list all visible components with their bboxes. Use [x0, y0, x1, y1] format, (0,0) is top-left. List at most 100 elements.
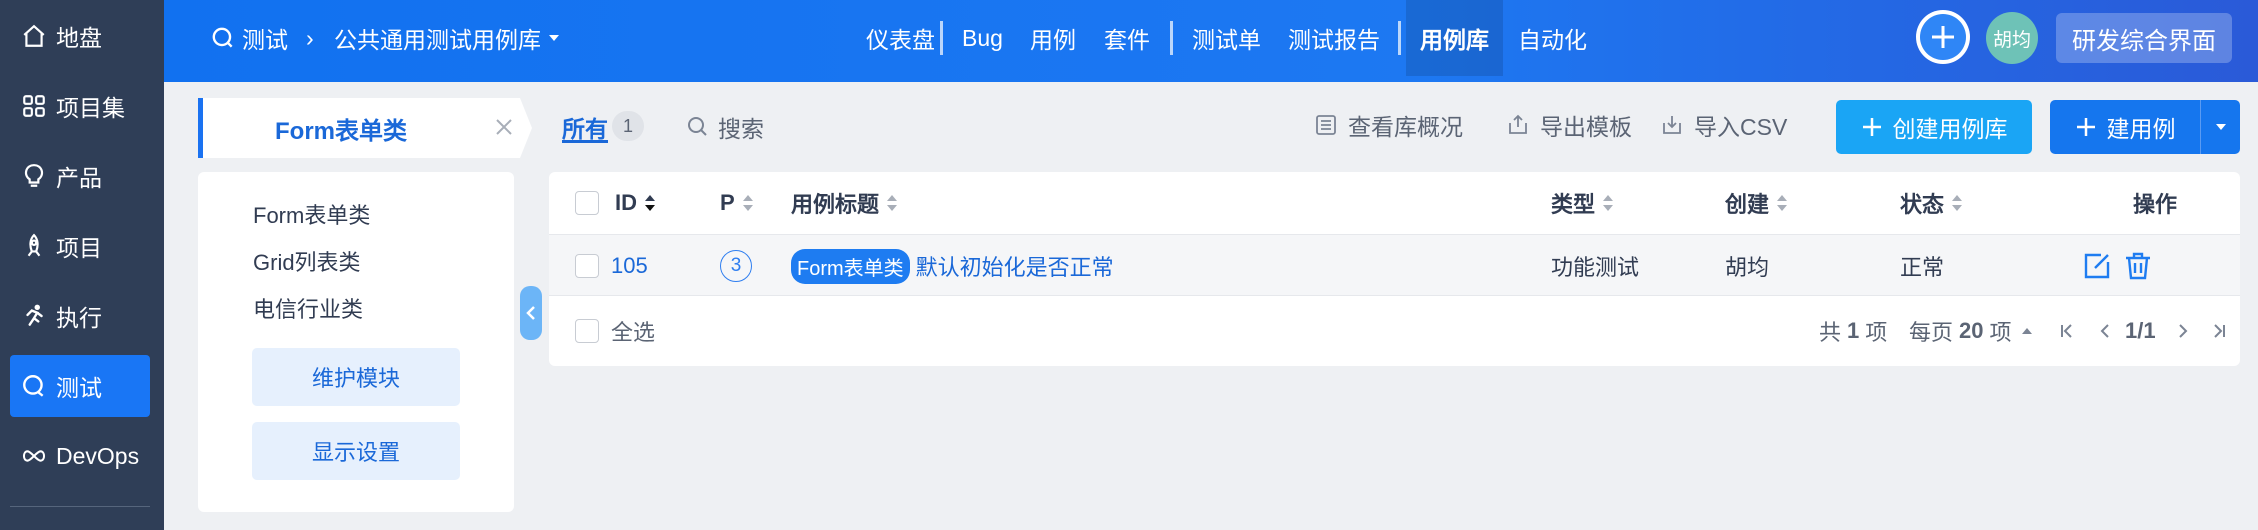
tab-arrow: [520, 98, 532, 158]
nav-bug[interactable]: Bug: [948, 0, 1017, 76]
nav-dashboard[interactable]: 仪表盘: [852, 0, 949, 76]
tab-active-indicator: [562, 140, 608, 143]
sidebar-item-label: DevOps: [56, 442, 140, 469]
quick-create-button[interactable]: [1916, 10, 1970, 64]
priority-cell: 3: [720, 235, 752, 297]
nav-testreport[interactable]: 测试报告: [1274, 0, 1394, 76]
tree-item-grid[interactable]: Grid列表类: [253, 245, 361, 277]
col-header-title[interactable]: 用例标题: [791, 172, 899, 234]
tree-item-form[interactable]: Form表单类: [253, 198, 370, 230]
search-toggle[interactable]: 搜索: [686, 110, 764, 144]
display-settings-button[interactable]: 显示设置: [252, 422, 460, 480]
view-library-overview-button[interactable]: 查看库概况: [1314, 108, 1463, 142]
select-all-label: 全选: [611, 320, 656, 345]
trash-icon: [2122, 250, 2154, 282]
sort-icon: [1601, 192, 1615, 214]
sidebar-item-devops[interactable]: DevOps: [10, 425, 150, 487]
tab-all[interactable]: 所有: [562, 110, 608, 144]
list-icon: [1314, 113, 1338, 137]
chevron-left-icon: [525, 305, 537, 321]
sidebar-item-program[interactable]: 项目集: [10, 75, 150, 137]
table-row[interactable]: 105 3 Form表单类 默认初始化是否正常 功能测试 胡均 正常: [549, 234, 2240, 296]
col-header-creator[interactable]: 创建: [1725, 172, 1789, 234]
sidebar-item-label: 项目集: [56, 95, 125, 121]
nav-testtask[interactable]: 测试单: [1178, 0, 1275, 76]
breadcrumb-app[interactable]: 测试: [210, 0, 288, 76]
edit-icon: [2081, 250, 2113, 282]
col-header-id[interactable]: ID: [615, 172, 657, 234]
sidebar-item-label: 测试: [56, 375, 102, 401]
rocket-icon: [20, 232, 48, 260]
row-checkbox[interactable]: [575, 235, 599, 297]
nav-automation[interactable]: 自动化: [1504, 0, 1601, 76]
import-csv-button[interactable]: 导入CSV: [1660, 108, 1787, 142]
delete-button[interactable]: [2122, 235, 2154, 297]
caret-down-icon: [2214, 122, 2228, 132]
tree-item-telecom[interactable]: 电信行业类: [253, 292, 363, 324]
creator-cell: 胡均: [1725, 255, 1770, 280]
ui-mode-button[interactable]: 研发综合界面: [2056, 13, 2232, 63]
case-id-link[interactable]: 105: [611, 235, 648, 297]
sort-icon: [741, 192, 755, 214]
create-case-dropdown[interactable]: [2200, 100, 2240, 154]
prev-page-button[interactable]: [2099, 296, 2111, 366]
plus-icon: [1861, 116, 1883, 138]
sort-desc-icon: [643, 192, 657, 214]
module-tab-label: Form表单类: [275, 117, 407, 145]
import-icon: [1660, 113, 1684, 137]
sidebar-divider: [10, 506, 150, 507]
grid-icon: [20, 92, 48, 120]
case-table: ID P 用例标题 类型 创建 状态 操作 105 3 Form表单类 默认初始…: [549, 172, 2240, 366]
nav-case[interactable]: 用例: [1016, 0, 1090, 76]
sidebar-item-dashboard[interactable]: 地盘: [10, 5, 150, 67]
next-page-button[interactable]: [2177, 296, 2189, 366]
edit-button[interactable]: [2081, 235, 2113, 297]
sidebar-item-product[interactable]: 产品: [10, 145, 150, 207]
first-page-icon: [2059, 322, 2075, 340]
module-tab[interactable]: Form表单类: [198, 98, 532, 158]
page-indicator: 1/1: [2125, 318, 2156, 343]
library-switcher[interactable]: 公共通用测试用例库: [334, 0, 561, 76]
col-header-status[interactable]: 状态: [1900, 172, 1964, 234]
create-case-library-button[interactable]: 创建用例库: [1836, 100, 2032, 154]
sidebar-item-label: 产品: [56, 165, 102, 191]
maintain-module-button[interactable]: 维护模块: [252, 348, 460, 406]
select-all-control[interactable]: 全选: [575, 296, 655, 366]
type-cell: 功能测试: [1551, 255, 1640, 280]
plus-icon: [2075, 116, 2097, 138]
sidebar-item-label: 执行: [56, 305, 102, 331]
home-icon: [20, 22, 48, 50]
select-all-header-checkbox[interactable]: [575, 172, 599, 234]
top-header: 测试 › 公共通用测试用例库 仪表盘 Bug 用例 套件 测试单 测试报告 用例…: [164, 0, 2258, 82]
collapse-sidebar-handle[interactable]: [520, 286, 542, 340]
module-tree-panel: Form表单类 Grid列表类 电信行业类 维护模块 显示设置: [198, 172, 514, 512]
sidebar-item-label: 地盘: [56, 25, 102, 51]
search-icon: [686, 115, 710, 139]
infinity-icon: [20, 442, 48, 470]
select-all-checkbox[interactable]: [575, 319, 599, 343]
sidebar-item-execution[interactable]: 执行: [10, 285, 150, 347]
test-icon: [20, 372, 48, 400]
close-icon[interactable]: [489, 112, 519, 147]
case-title-link[interactable]: 默认初始化是否正常: [916, 250, 1114, 282]
sidebar-item-label: 项目: [56, 235, 102, 261]
first-page-button[interactable]: [2059, 296, 2075, 366]
col-header-priority[interactable]: P: [720, 172, 755, 234]
avatar[interactable]: 胡均: [1986, 12, 2038, 64]
bulb-icon: [20, 162, 48, 190]
sidebar-item-project[interactable]: 项目: [10, 215, 150, 277]
plus-icon: [1920, 14, 1966, 60]
nav-caselib[interactable]: 用例库: [1406, 0, 1503, 76]
per-page-selector[interactable]: 每页 20 项: [1909, 296, 2034, 366]
sidebar-item-test[interactable]: 测试: [10, 355, 150, 417]
nav-divider: [1398, 21, 1401, 55]
breadcrumb-separator: ›: [306, 24, 314, 51]
sort-icon: [1775, 192, 1789, 214]
sidebar: 地盘 项目集 产品 项目 执行 测试 DevOps: [0, 0, 164, 530]
create-case-button[interactable]: 建用例: [2050, 100, 2200, 154]
last-page-button[interactable]: [2211, 296, 2227, 366]
col-header-type[interactable]: 类型: [1551, 172, 1615, 234]
status-cell: 正常: [1900, 255, 1945, 280]
nav-suite[interactable]: 套件: [1090, 0, 1164, 76]
export-template-button[interactable]: 导出模板: [1506, 108, 1632, 142]
